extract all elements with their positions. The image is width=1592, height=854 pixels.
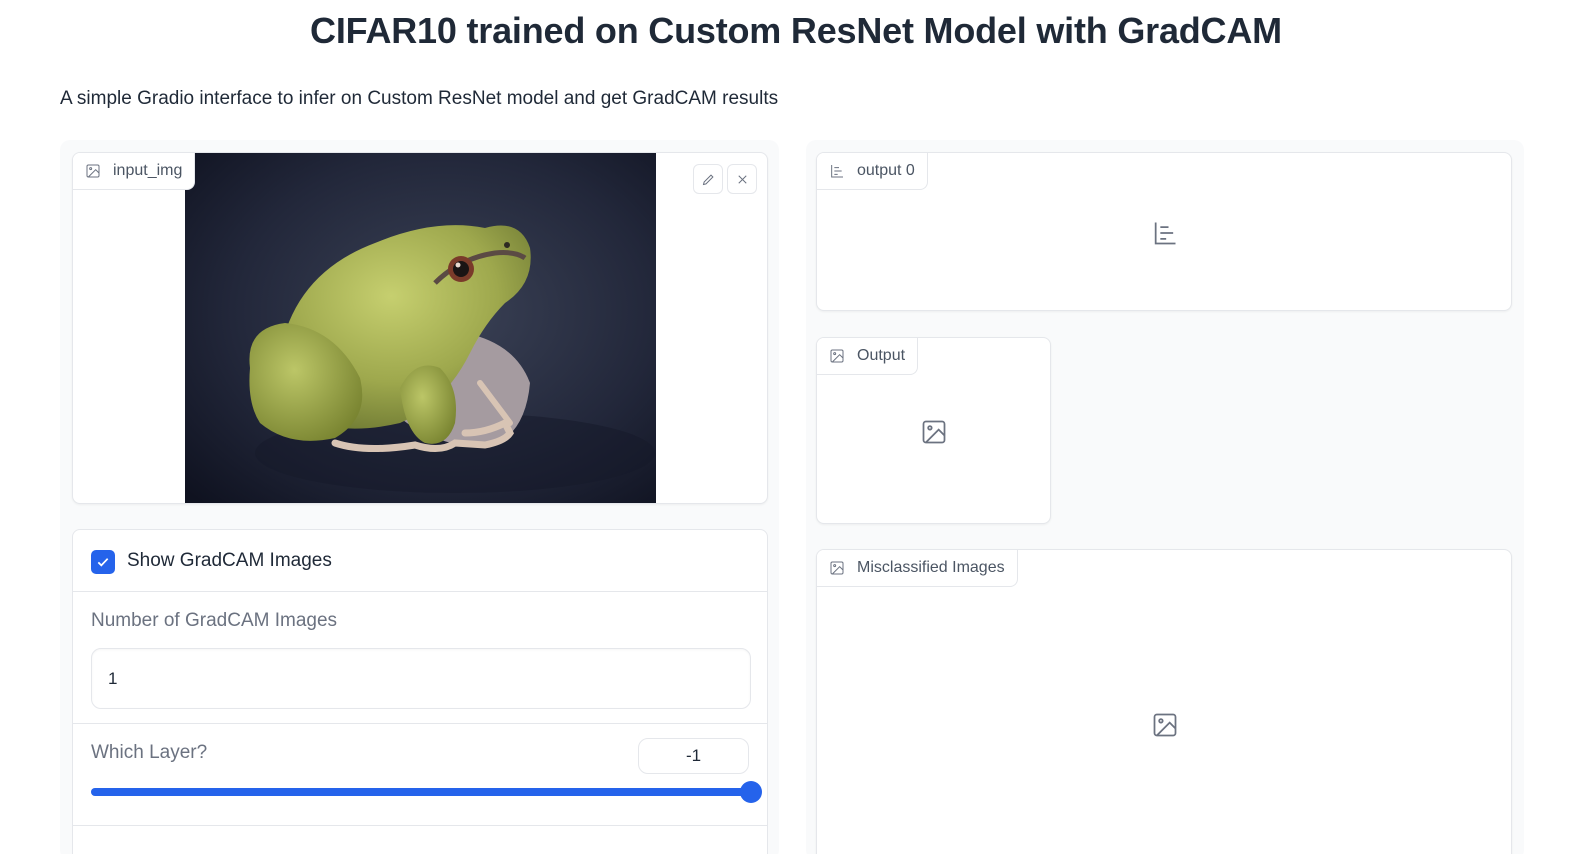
image-placeholder-icon [920,418,948,446]
which-layer-number-input[interactable] [638,738,749,774]
clear-image-button[interactable] [727,164,757,194]
bar-chart-icon [831,165,843,178]
label-output-label-text: output 0 [857,162,915,179]
label-output-panel: output 0 [816,152,1512,311]
bar-chart-placeholder-icon [1151,219,1179,247]
image-icon [830,561,844,575]
edit-image-button[interactable] [693,164,723,194]
which-layer-label: Which Layer? [91,742,208,763]
close-icon [737,174,747,184]
checkmark-icon [97,558,109,567]
image-output-label-text: Output [857,347,906,364]
misclassified-gallery-label: Misclassified Images [817,550,1018,587]
which-layer-slider-fill [91,788,751,796]
which-layer-slider[interactable] [91,781,762,803]
input-image-panel[interactable]: input_img [72,152,768,504]
which-layer-slider-thumb[interactable] [740,781,762,803]
page-title: CIFAR10 trained on Custom ResNet Model w… [310,10,1282,51]
page-description: A simple Gradio interface to infer on Cu… [60,88,779,109]
show-gradcam-row: Show GradCAM Images [73,530,767,592]
image-icon [86,164,100,178]
input-image-label-text: input_img [113,162,183,179]
misclassified-gallery-label-text: Misclassified Images [857,559,1005,576]
show-gradcam-checkbox[interactable] [91,550,115,574]
pencil-icon [702,173,714,185]
controls-panel: Show GradCAM Images Number of GradCAM Im… [72,529,768,854]
input-image-label: input_img [73,153,196,190]
frog-photo [185,153,656,503]
gallery-placeholder-icon [1151,711,1179,739]
num-gradcam-row: Number of GradCAM Images [73,592,767,724]
show-gradcam-label: Show GradCAM Images [127,550,332,571]
image-icon [830,349,844,363]
num-gradcam-label: Number of GradCAM Images [91,610,338,631]
misclassified-gallery-panel: Misclassified Images [816,549,1512,854]
image-output-label: Output [817,338,919,375]
image-output-panel: Output [816,337,1051,524]
which-layer-row: Which Layer? [73,724,767,826]
num-gradcam-input[interactable] [91,648,751,709]
label-output-label: output 0 [817,153,928,190]
